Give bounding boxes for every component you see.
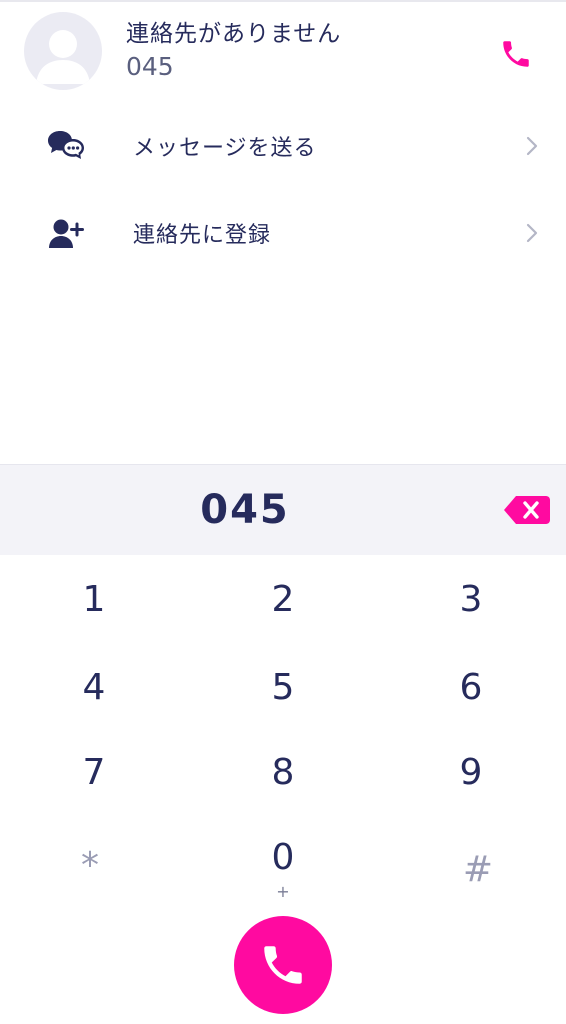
chevron-right-icon	[526, 136, 538, 156]
contact-name: 連絡先がありません	[126, 21, 342, 47]
dialed-number: 045	[200, 487, 290, 533]
key-digit: 2	[271, 579, 295, 620]
key-5[interactable]: 5	[213, 648, 353, 728]
key-digit: #	[462, 849, 494, 890]
send-message-label: メッセージを送る	[133, 136, 317, 161]
key-digit: 6	[459, 667, 483, 708]
avatar	[24, 12, 102, 90]
key-9[interactable]: 9	[401, 733, 541, 813]
key-6[interactable]: 6	[401, 648, 541, 728]
key-3[interactable]: 3	[401, 560, 541, 640]
key-7[interactable]: 7	[24, 733, 164, 813]
key-1[interactable]: 1	[24, 560, 164, 640]
header-call-button[interactable]	[492, 30, 540, 78]
key-plus-label: +	[276, 882, 290, 901]
add-to-contacts-label: 連絡先に登録	[133, 223, 272, 248]
key-star[interactable]: *	[20, 826, 160, 906]
key-4[interactable]: 4	[24, 648, 164, 728]
backspace-icon[interactable]	[502, 492, 552, 528]
add-to-contacts-item[interactable]: 連絡先に登録	[0, 189, 566, 277]
key-digit: 7	[82, 752, 106, 793]
key-8[interactable]: 8	[213, 733, 353, 813]
key-digit: 8	[271, 752, 295, 793]
key-digit: *	[81, 845, 99, 886]
person-placeholder-icon	[36, 30, 90, 84]
call-button[interactable]	[234, 916, 332, 1014]
key-digit: 5	[271, 667, 295, 708]
key-digit: 4	[82, 667, 106, 708]
chat-bubbles-icon	[48, 131, 84, 159]
key-digit: 9	[459, 752, 483, 793]
contact-header: 連絡先がありません 045	[0, 2, 566, 102]
key-0[interactable]: 0 +	[213, 818, 353, 901]
key-hash[interactable]: #	[408, 830, 548, 910]
key-digit: 1	[82, 579, 106, 620]
add-contact-icon	[49, 219, 84, 248]
chevron-right-icon	[526, 223, 538, 243]
key-digit: 3	[459, 579, 483, 620]
phone-icon	[264, 946, 302, 984]
phone-icon	[503, 41, 529, 67]
key-2[interactable]: 2	[213, 560, 353, 640]
dial-display: 045	[0, 464, 566, 555]
send-message-item[interactable]: メッセージを送る	[0, 102, 566, 190]
contact-number: 045	[126, 52, 174, 81]
